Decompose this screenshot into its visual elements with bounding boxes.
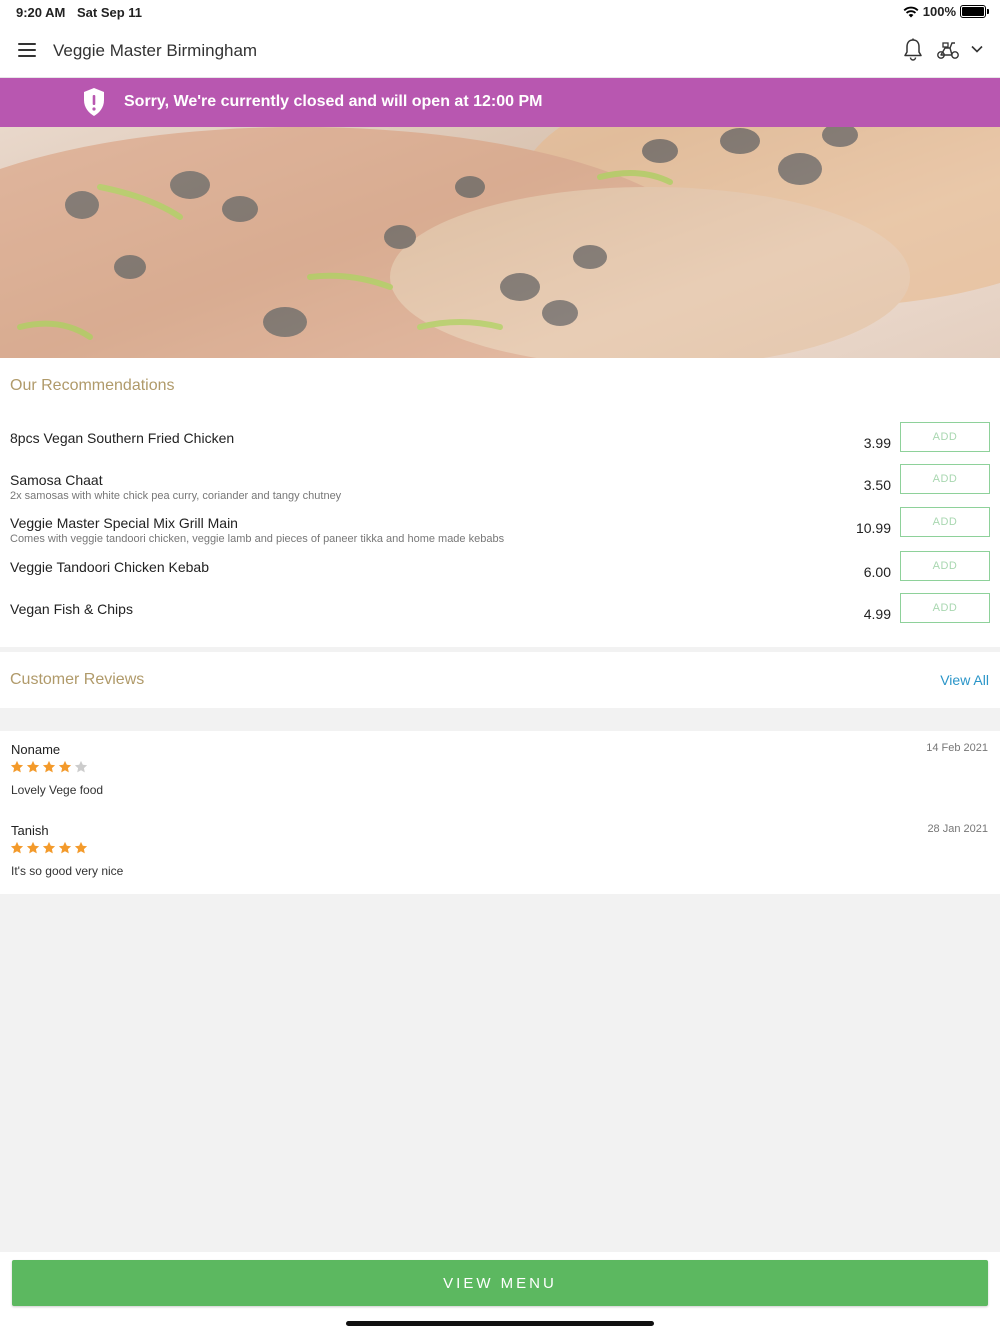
menu-icon[interactable] [18,43,36,57]
bell-icon[interactable] [902,38,924,62]
add-button[interactable]: ADD [900,422,990,452]
star-icon [74,841,88,854]
star-rating [10,760,88,774]
item-price: 3.50 [863,477,891,493]
star-icon [10,760,24,773]
star-icon [58,760,72,773]
list-item: 8pcs Vegan Southern Fried Chicken 3.99 A… [0,422,1000,473]
list-item: Vegan Fish & Chips 4.99 ADD [0,593,1000,644]
section-title: Our Recommendations [10,377,175,394]
star-icon [58,841,72,854]
recommendations-section: Our Recommendations 8pcs Vegan Southern … [0,358,1000,647]
status-time: 9:20 AM [16,5,66,20]
list-item: Veggie Master Special Mix Grill Main Com… [0,507,1000,558]
app-header: Veggie Master Birmingham [0,24,1000,78]
star-icon [26,760,40,773]
battery-percent: 100% [922,4,956,19]
add-button[interactable]: ADD [900,464,990,494]
chevron-down-icon[interactable] [970,42,984,56]
home-indicator [346,1321,654,1326]
item-name: Veggie Tandoori Chicken Kebab [10,559,210,575]
item-price: 4.99 [863,606,891,622]
section-title: Customer Reviews [10,671,145,688]
item-price: 3.99 [863,435,891,451]
review-item: Tanish 28 Jan 2021 It's so good very nic… [0,823,1000,893]
item-name: 8pcs Vegan Southern Fried Chicken [10,430,235,446]
status-bar: 9:20 AM Sat Sep 11 100% [0,0,1000,24]
view-menu-button[interactable]: VIEW MENU [12,1260,988,1306]
list-item: Samosa Chaat 2x samosas with white chick… [0,464,1000,515]
review-text: It's so good very nice [11,864,124,878]
reviewer-name: Tanish [11,823,49,838]
list-item: Veggie Tandoori Chicken Kebab 6.00 ADD [0,551,1000,602]
wifi-icon [903,6,919,17]
item-name: Vegan Fish & Chips [10,601,133,617]
review-item: Noname 14 Feb 2021 Lovely Vege food [0,742,1000,812]
add-button[interactable]: ADD [900,507,990,537]
reviews-list: Noname 14 Feb 2021 Lovely Vege food Tani… [0,731,1000,894]
star-icon [10,841,24,854]
scooter-icon[interactable] [936,40,960,60]
item-description: 2x samosas with white chick pea curry, c… [10,490,342,502]
reviews-header: Customer Reviews View All [0,652,1000,708]
add-button[interactable]: ADD [900,593,990,623]
add-button[interactable]: ADD [900,551,990,581]
star-icon [26,841,40,854]
shield-alert-icon [84,88,104,116]
status-date: Sat Sep 11 [77,5,143,20]
page-title: Veggie Master Birmingham [53,41,258,60]
item-name: Samosa Chaat [10,472,103,488]
reviewer-name: Noname [11,742,61,757]
item-price: 6.00 [863,564,891,580]
hero-image [0,127,1000,358]
review-date: 28 Jan 2021 [927,823,988,835]
review-date: 14 Feb 2021 [926,742,988,754]
review-text: Lovely Vege food [11,783,104,797]
closed-message: Sorry, We're currently closed and will o… [124,93,543,110]
battery-icon [960,5,989,18]
item-name: Veggie Master Special Mix Grill Main [10,515,238,531]
item-price: 10.99 [855,520,891,536]
view-all-link[interactable]: View All [940,672,989,688]
star-icon [42,841,56,854]
item-description: Comes with veggie tandoori chicken, vegg… [10,533,505,545]
star-icon [74,760,88,773]
star-rating [10,841,88,855]
star-icon [42,760,56,773]
closed-banner: Sorry, We're currently closed and will o… [0,78,1000,127]
